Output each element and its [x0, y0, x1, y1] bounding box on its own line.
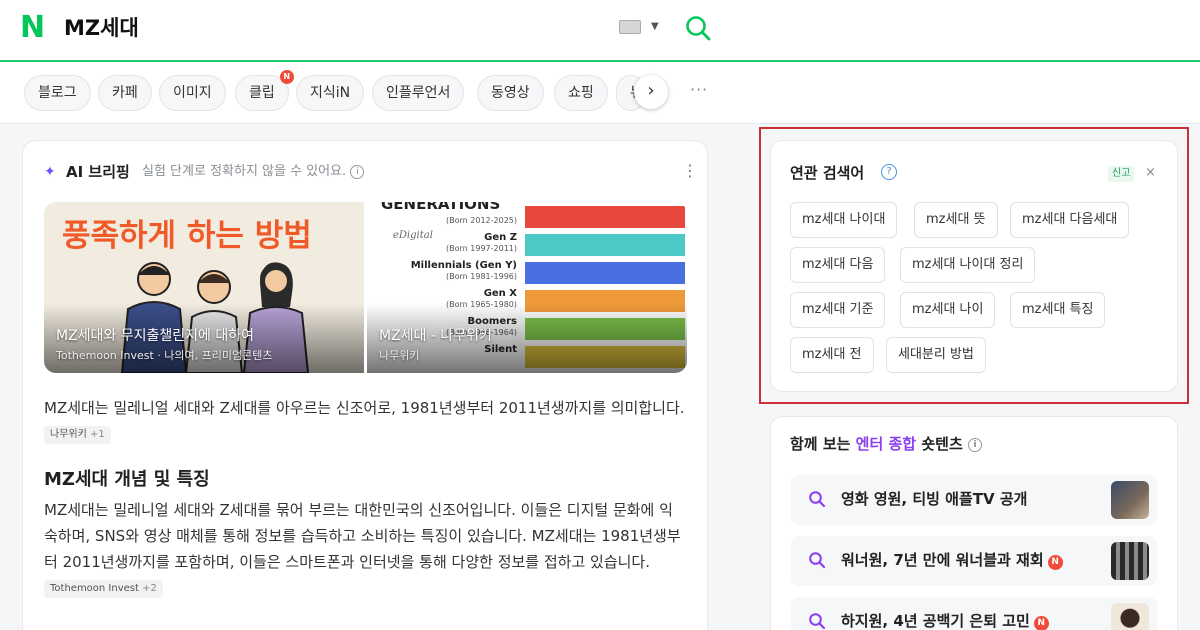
- related-chip[interactable]: 세대분리 방법: [886, 337, 986, 373]
- summary-paragraph: MZ세대는 밀레니얼 세대와 Z세대를 아우르는 신조어로, 1981년생부터 …: [44, 395, 686, 447]
- ai-briefing-title: AI 브리핑: [66, 163, 130, 181]
- tab-label: 동영상: [491, 85, 530, 101]
- shortents-item-label: 영화 영원, 티빙 애플TV 공개: [841, 490, 1028, 508]
- tab-label: 인플루언서: [386, 85, 451, 101]
- search-icon: [809, 491, 826, 508]
- image-result-1[interactable]: 풍족하게 하는 방법 MZ세대와 무지출챌린지에 대하여 Tothemoon I…: [44, 202, 364, 373]
- tab-image[interactable]: 이미지: [159, 75, 226, 111]
- generation-years: (Born 1997-2011): [446, 244, 517, 253]
- tab-video[interactable]: 동영상: [477, 75, 544, 111]
- tab-label: 지식iN: [310, 85, 351, 101]
- search-icon[interactable]: [683, 13, 713, 43]
- generation-label: Gen Z: [484, 232, 517, 243]
- info-icon[interactable]: i: [350, 164, 365, 179]
- search-icon: [809, 613, 826, 630]
- tab-cafe[interactable]: 카페: [98, 75, 152, 111]
- related-chip[interactable]: mz세대 나이대: [790, 202, 898, 238]
- related-chip[interactable]: mz세대 나이: [900, 292, 996, 328]
- search-header: N MZ세대 ▼: [0, 0, 1200, 62]
- ai-disclaimer: 실험 단계로 정확하지 않을 수 있어요. i: [142, 163, 365, 181]
- image-caption-source: 나무위키: [379, 349, 420, 362]
- related-chip[interactable]: mz세대 기준: [790, 292, 886, 328]
- detail-paragraph: MZ세대는 밀레니얼 세대와 Z세대를 묶어 부르는 대한민국의 신조어입니다.…: [44, 497, 686, 601]
- report-button[interactable]: 신고: [1108, 166, 1135, 182]
- generation-bar: [525, 262, 685, 284]
- info-icon[interactable]: i: [967, 437, 982, 452]
- tab-label: 쇼핑: [568, 85, 594, 101]
- tab-label: 클립: [249, 85, 275, 101]
- tab-label: 블로그: [38, 85, 77, 101]
- tab-shopping[interactable]: 쇼핑: [554, 75, 608, 111]
- image-caption-title: MZ세대와 무지출챌린지에 대하여: [56, 328, 255, 344]
- tab-label: 이미지: [173, 85, 212, 101]
- new-badge: N: [1033, 616, 1049, 630]
- generation-bar: [525, 206, 685, 228]
- related-chip[interactable]: mz세대 다음: [790, 247, 886, 283]
- related-chip[interactable]: mz세대 전: [790, 337, 874, 373]
- ai-disclaimer-text: 실험 단계로 정확하지 않을 수 있어요.: [142, 164, 347, 179]
- new-badge: N: [1047, 555, 1063, 570]
- generation-years: (Born 2012-2025): [446, 216, 517, 225]
- source-chip[interactable]: Tothemoon Invest +2: [44, 579, 163, 598]
- summary-text: MZ세대는 밀레니얼 세대와 Z세대를 아우르는 신조어로, 1981년생부터 …: [44, 399, 685, 417]
- new-badge: N: [279, 70, 294, 84]
- section-heading: MZ세대 개념 및 특징: [44, 469, 210, 490]
- source-more: +1: [90, 428, 105, 440]
- image-caption-source: Tothemoon Invest · 나의여, 프리미엄콘텐츠: [56, 349, 273, 362]
- chevron-down-icon[interactable]: ▼: [651, 21, 659, 32]
- shortents-item-label: 워너원, 7년 만에 워너블과 재회 N: [841, 549, 1063, 571]
- shortents-category-link[interactable]: 엔터 종합: [856, 435, 916, 453]
- thumbnail: [1111, 603, 1149, 630]
- tab-label: 카페: [112, 85, 138, 101]
- generation-bar: [525, 234, 685, 256]
- source-chip[interactable]: 나무위키 +1: [44, 425, 111, 444]
- chevron-right-icon[interactable]: ›: [634, 75, 668, 109]
- search-tabs: 블로그 카페 이미지 클립N 지식iN 인플루언서 동영상 쇼핑 뉴: [0, 62, 1200, 124]
- generation-years: (Born 1981-1996): [446, 272, 517, 281]
- source-more: +2: [142, 582, 157, 594]
- shortents-item[interactable]: 하지원, 4년 공백기 은퇴 고민 N: [791, 597, 1157, 630]
- close-icon[interactable]: ×: [1145, 165, 1156, 181]
- search-query[interactable]: MZ세대: [64, 15, 139, 41]
- tab-influencer[interactable]: 인플루언서: [372, 75, 465, 111]
- source-name: 나무위키: [50, 428, 87, 440]
- tab-clip[interactable]: 클립 N: [235, 70, 294, 111]
- tab-blog[interactable]: 블로그: [24, 75, 91, 111]
- image-caption-title: MZ세대 - 나무위키: [379, 328, 492, 344]
- shortents-item-text: 워너원, 7년 만에 워너블과 재회: [841, 551, 1044, 569]
- related-chip[interactable]: mz세대 뜻: [914, 202, 998, 238]
- generation-label: Millennials (Gen Y): [410, 260, 517, 271]
- shortents-title-prefix: 함께 보는: [790, 435, 851, 453]
- keyboard-icon[interactable]: [619, 20, 641, 34]
- detail-text: MZ세대는 밀레니얼 세대와 Z세대를 묶어 부르는 대한민국의 신조어입니다.…: [44, 501, 681, 571]
- source-name: Tothemoon Invest: [50, 582, 139, 594]
- help-icon[interactable]: ?: [881, 164, 897, 180]
- related-chip[interactable]: mz세대 나이대 정리: [900, 247, 1036, 283]
- thumbnail: [1111, 481, 1149, 519]
- shortents-item-label: 하지원, 4년 공백기 은퇴 고민 N: [841, 610, 1049, 630]
- kebab-menu-icon[interactable]: ⋮: [682, 162, 698, 180]
- more-icon[interactable]: ···: [690, 80, 708, 99]
- shortents-item-text: 하지원, 4년 공백기 은퇴 고민: [841, 612, 1030, 630]
- image-result-2[interactable]: GENERATIONS eDigital (Born 2012-2025) Gen…: [367, 202, 687, 373]
- shortents-item[interactable]: 워너원, 7년 만에 워너블과 재회 N: [791, 536, 1157, 586]
- search-icon: [809, 552, 826, 569]
- shortents-title-suffix: 숏텐츠: [921, 435, 963, 453]
- shortents-title: 함께 보는 엔터 종합 숏텐츠 i: [790, 434, 982, 454]
- related-chip[interactable]: mz세대 특징: [1010, 292, 1106, 328]
- thumbnail: [1111, 542, 1149, 580]
- shortents-item[interactable]: 영화 영원, 티빙 애플TV 공개: [791, 475, 1157, 525]
- related-searches-title: 연관 검색어: [790, 164, 865, 182]
- generations-heading: GENERATIONS: [381, 202, 501, 213]
- naver-logo[interactable]: N: [20, 13, 50, 43]
- generation-label: Gen X: [483, 288, 517, 299]
- related-chip[interactable]: mz세대 다음세대: [1010, 202, 1130, 238]
- ai-sparkle-icon: ✦: [44, 164, 56, 180]
- image-headline: 풍족하게 하는 방법: [62, 218, 312, 254]
- tab-kin[interactable]: 지식iN: [296, 75, 365, 111]
